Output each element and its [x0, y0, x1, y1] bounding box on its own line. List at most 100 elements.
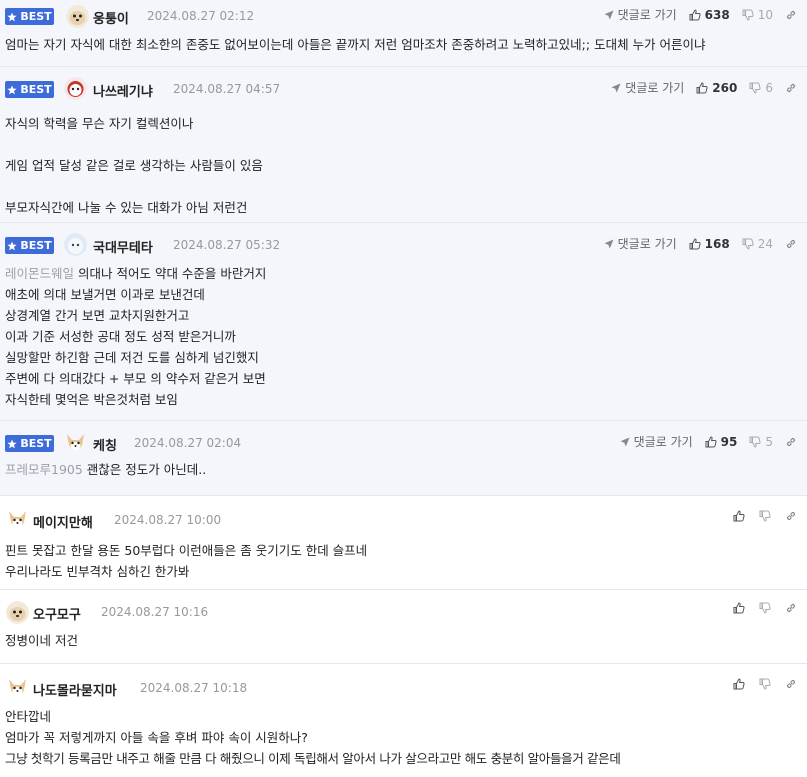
comment-item: 나도몰라묻지마 2024.08.27 10:18 안타깝네 엄마가 꼭 저렇게까… [0, 664, 807, 777]
thumbs-down-icon [749, 82, 761, 94]
comment-text: 자식한테 몇억은 박은것처럼 보임 [5, 392, 178, 407]
copy-link-button[interactable] [785, 436, 797, 448]
comment-actions: 댓글로 가기 260 6 [611, 79, 797, 96]
best-badge: BEST [5, 8, 54, 25]
upvote-button[interactable]: 95 [705, 434, 738, 449]
avatar[interactable] [6, 601, 29, 624]
copy-link-button[interactable] [785, 9, 797, 21]
comment-text: 엄마가 꼭 저렇게까지 아들 속을 후벼 파야 속이 시원하나? [5, 730, 308, 745]
comment-header: BEST 국대무테타 2024.08.27 05:32 댓글로 가기 168 2… [0, 223, 807, 263]
comment-text: 안타깝네 [5, 709, 52, 724]
comment-nickname[interactable]: 케칭 [93, 435, 117, 454]
comment-date: 2024.08.27 05:32 [173, 238, 281, 252]
link-icon [786, 83, 796, 92]
upvote-button[interactable] [733, 510, 745, 522]
comment-actions [733, 678, 797, 690]
thumbs-up-icon [705, 435, 717, 447]
downvote-button[interactable] [759, 678, 771, 690]
comment-nickname[interactable]: 오구모구 [33, 604, 81, 623]
upvote-button[interactable] [733, 678, 745, 690]
thumbs-up-icon [733, 510, 745, 522]
comment-header: 오구모구 2024.08.27 10:16 [0, 590, 807, 630]
reply-arrow-icon [611, 83, 621, 92]
comment-date: 2024.08.27 02:04 [134, 436, 242, 450]
reply-link[interactable]: 댓글로 가기 [620, 433, 693, 450]
copy-link-button[interactable] [785, 238, 797, 250]
thumbs-up-icon [689, 237, 701, 249]
upvote-button[interactable]: 260 [696, 81, 737, 95]
downvote-button[interactable]: 6 [749, 81, 773, 95]
link-icon [786, 10, 796, 19]
comment-text: 게임 업적 달성 같은 걸로 생각하는 사람들이 있음 [5, 158, 263, 173]
link-icon [786, 603, 796, 613]
copy-link-button[interactable] [785, 678, 797, 690]
star-icon [7, 12, 17, 21]
thumbs-down-icon [759, 510, 771, 522]
upvote-count: 168 [704, 236, 730, 251]
comment-body: 정병이네 저건 [0, 630, 807, 651]
downvote-button[interactable] [759, 602, 771, 614]
comment-actions: 댓글로 가기 168 24 [604, 235, 797, 252]
comment-date: 2024.08.27 04:57 [173, 82, 281, 96]
star-icon [7, 85, 17, 94]
comment-body: 핀트 못잡고 한달 용돈 50부럽다 이런애들은 좀 웃기기도 한데 슬프네 우… [0, 538, 807, 582]
reply-mention[interactable]: 레이몬드웨일 [5, 266, 74, 281]
link-icon [786, 437, 796, 446]
downvote-button[interactable]: 5 [749, 435, 773, 449]
comment-body: 안타깝네 엄마가 꼭 저렇게까지 아들 속을 후벼 파야 속이 시원하나? 그냥… [0, 704, 807, 769]
comment-nickname[interactable]: 웅퉁이 [93, 8, 129, 27]
upvote-button[interactable] [733, 602, 745, 614]
downvote-button[interactable]: 24 [742, 237, 773, 251]
avatar-dog-icon [9, 679, 26, 695]
comment-text: 자식의 학력을 무슨 자기 컬렉션이나 [5, 116, 194, 131]
comment-header: BEST 웅퉁이 2024.08.27 02:12 댓글로 가기 638 10 [0, 0, 807, 30]
avatar[interactable] [64, 431, 87, 454]
comment-text: 핀트 못잡고 한달 용돈 50부럽다 이런애들은 좀 웃기기도 한데 슬프네 [5, 543, 368, 558]
downvote-button[interactable] [759, 510, 771, 522]
comment-nickname[interactable]: 나도몰라묻지마 [33, 680, 117, 699]
avatar[interactable] [66, 5, 89, 28]
reply-link[interactable]: 댓글로 가기 [611, 79, 684, 96]
reply-link[interactable]: 댓글로 가기 [604, 6, 677, 23]
reply-mention[interactable]: 프레모루1905 [5, 462, 83, 477]
thumbs-up-icon [733, 678, 745, 690]
comment-text: 의대나 적어도 약대 수준을 바란거지 [78, 266, 267, 281]
link-icon [786, 511, 796, 521]
avatar-dog-icon [64, 233, 87, 256]
comment-item: BEST 나쓰레기냐 2024.08.27 04:57 댓글로 가기 260 6 [0, 67, 807, 223]
link-icon [786, 239, 796, 248]
comment-nickname[interactable]: 국대무테타 [93, 237, 153, 256]
downvote-count: 10 [757, 7, 773, 22]
comment-date: 2024.08.27 02:12 [147, 9, 255, 23]
comment-body: 레이몬드웨일 의대나 적어도 약대 수준을 바란거지 애초에 의대 보낼거면 이… [0, 263, 807, 410]
upvote-count: 95 [720, 434, 738, 449]
avatar[interactable] [64, 233, 87, 256]
thumbs-up-icon [689, 8, 701, 20]
avatar-dog-icon [64, 77, 87, 100]
upvote-button[interactable]: 168 [689, 237, 730, 251]
comment-header: 나도몰라묻지마 2024.08.27 10:18 [0, 664, 807, 704]
copy-link-button[interactable] [785, 602, 797, 614]
avatar[interactable] [64, 77, 87, 100]
copy-link-button[interactable] [785, 510, 797, 522]
reply-arrow-icon [604, 239, 614, 248]
link-icon [786, 679, 796, 689]
comment-date: 2024.08.27 10:00 [114, 513, 222, 527]
thumbs-up-icon [696, 81, 708, 93]
comment-item: BEST 케칭 2024.08.27 02:04 댓글로 가기 95 5 프레모… [0, 421, 807, 496]
thumbs-down-icon [742, 238, 754, 250]
comment-nickname[interactable]: 메이지만해 [33, 512, 93, 531]
comment-nickname[interactable]: 나쓰레기냐 [93, 81, 153, 100]
reply-arrow-icon [604, 10, 614, 19]
reply-link[interactable]: 댓글로 가기 [604, 235, 677, 252]
downvote-count: 6 [765, 80, 773, 95]
avatar[interactable] [6, 676, 29, 699]
avatar-dog-icon [67, 434, 84, 450]
upvote-button[interactable]: 638 [689, 8, 730, 22]
avatar-dog-icon [9, 511, 26, 527]
avatar[interactable] [6, 508, 29, 531]
copy-link-button[interactable] [785, 82, 797, 94]
comment-body: 프레모루1905 괜찮은 정도가 아닌데.. [0, 459, 807, 480]
upvote-count: 638 [704, 7, 730, 22]
downvote-button[interactable]: 10 [742, 8, 773, 22]
